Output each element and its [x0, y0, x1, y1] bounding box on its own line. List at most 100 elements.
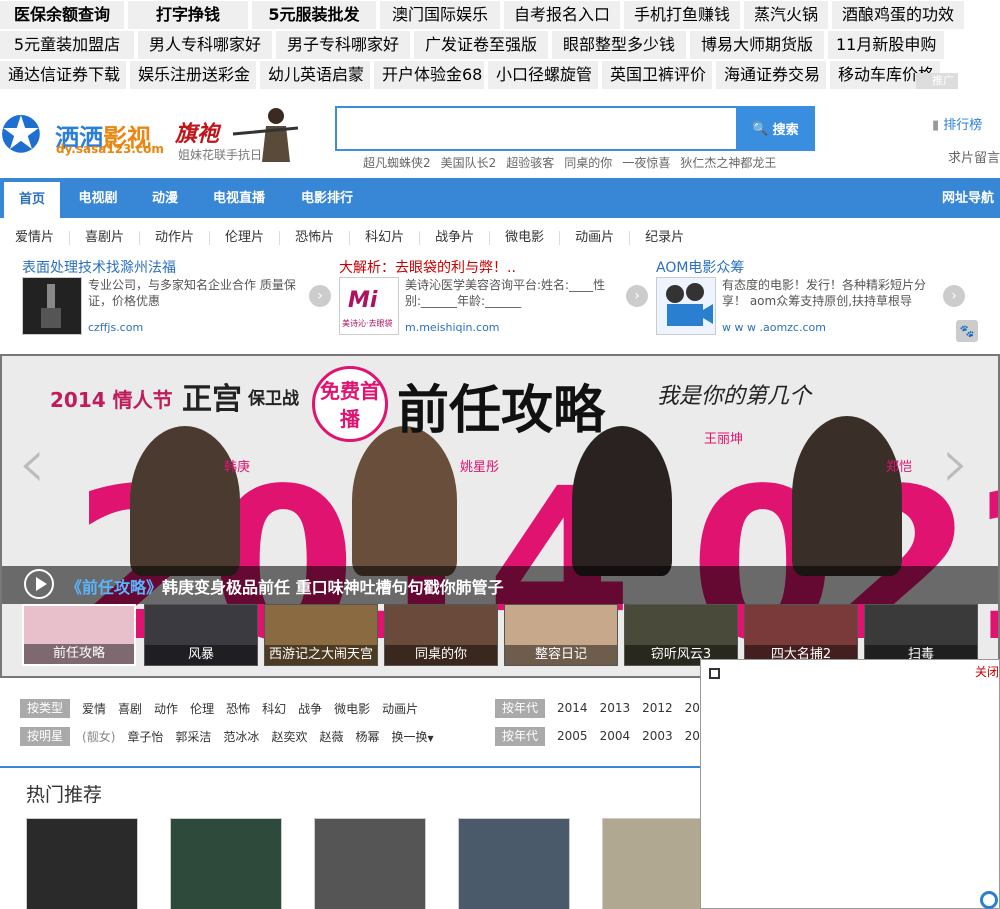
ad-link[interactable]: 英国卫裤评价: [602, 61, 712, 89]
nav-item-movie-ranking[interactable]: 电影排行: [288, 178, 366, 218]
filter-option[interactable]: 2003: [642, 729, 673, 743]
genre-link[interactable]: 伦理片: [210, 231, 281, 245]
ad-link[interactable]: 幼儿英语启蒙: [260, 61, 370, 89]
banner-thumb[interactable]: 整容日记: [504, 604, 618, 666]
ad-link[interactable]: 娱乐注册送彩金: [130, 61, 256, 89]
banner-thumb[interactable]: 风暴: [144, 604, 258, 666]
filter-option[interactable]: 2013: [600, 701, 631, 715]
genre-link[interactable]: 纪录片: [630, 231, 699, 245]
filter-option[interactable]: 2012: [642, 701, 673, 715]
text-ad-url[interactable]: m.meishiqin.com: [405, 321, 500, 334]
banner-thumb[interactable]: 四大名捕2: [744, 604, 858, 666]
hotword-link[interactable]: 超凡蜘蛛侠2: [363, 154, 431, 171]
ad-link[interactable]: 蒸汽火锅: [744, 1, 828, 29]
search-input[interactable]: [335, 106, 736, 151]
hotword-link[interactable]: 同桌的你: [564, 154, 612, 171]
text-ad-url[interactable]: czffjs.com: [88, 321, 143, 334]
site-logo[interactable]: ✪ 洒洒影视 dy.sasa123.com 旗袍 姐妹花联手抗日: [0, 104, 310, 166]
chevron-right-icon[interactable]: ›: [309, 285, 331, 307]
movie-poster[interactable]: [26, 818, 138, 909]
ad-link[interactable]: 澳门国际娱乐: [380, 1, 500, 29]
genre-link[interactable]: 微电影: [490, 231, 561, 245]
genre-link[interactable]: 喜剧片: [70, 231, 141, 245]
filter-option[interactable]: 赵薇: [319, 728, 343, 745]
filter-option[interactable]: 赵奕欢: [271, 728, 307, 745]
ad-link[interactable]: 自考报名入口: [504, 1, 620, 29]
filter-option[interactable]: 微电影: [334, 700, 370, 717]
ad-link[interactable]: 5元童装加盟店: [0, 31, 134, 59]
banner-thumb[interactable]: 前任攻略: [22, 604, 136, 666]
text-ad[interactable]: 表面处理技术找滁州法福 专业公司，与多家知名企业合作 质量保证，价格优惠 czf…: [22, 257, 332, 342]
ad-link[interactable]: 通达信证券下载: [0, 61, 126, 89]
filter-option[interactable]: 20: [685, 701, 700, 715]
filter-option[interactable]: 2005: [557, 729, 588, 743]
ad-link[interactable]: 博易大师期货版: [690, 31, 824, 59]
hotword-link[interactable]: 狄仁杰之神都龙王: [680, 154, 776, 171]
ad-link[interactable]: 眼部整型多少钱: [552, 31, 686, 59]
search-button[interactable]: 🔍 搜索: [736, 106, 815, 151]
promo-title[interactable]: 旗袍: [175, 116, 219, 148]
ad-link[interactable]: 手机打鱼赚钱: [624, 1, 740, 29]
banner-thumb[interactable]: 同桌的你: [384, 604, 498, 666]
filter-option[interactable]: 2004: [600, 729, 631, 743]
ad-link[interactable]: 打字挣钱: [128, 1, 248, 29]
text-ad-title[interactable]: AOM电影众筹: [656, 257, 744, 277]
banner-thumb[interactable]: 西游记之大闹天宫: [264, 604, 378, 666]
genre-link[interactable]: 动作片: [140, 231, 211, 245]
ad-link[interactable]: 海通证券交易: [716, 61, 826, 89]
text-ad-title[interactable]: 表面处理技术找滁州法福: [22, 257, 176, 277]
chevron-right-icon[interactable]: ›: [943, 285, 965, 307]
nav-item-live-tv[interactable]: 电视直播: [200, 178, 278, 218]
genre-link[interactable]: 科幻片: [350, 231, 421, 245]
filter-option[interactable]: 杨幂: [355, 728, 379, 745]
filter-option[interactable]: 郭采洁: [175, 728, 211, 745]
chevron-right-icon[interactable]: ›: [626, 285, 648, 307]
filter-option[interactable]: 恐怖: [226, 700, 250, 717]
movie-poster[interactable]: [602, 818, 714, 909]
chevron-left-icon[interactable]: ‹: [18, 428, 46, 498]
filter-option[interactable]: 伦理: [190, 700, 214, 717]
genre-link[interactable]: 恐怖片: [280, 231, 351, 245]
movie-poster[interactable]: [314, 818, 426, 909]
genre-link[interactable]: 爱情片: [0, 231, 71, 245]
text-ad-title[interactable]: 大解析：去眼袋的利与弊！..: [339, 257, 516, 277]
nav-site-directory[interactable]: 网址导航: [936, 178, 1000, 218]
banner-caption[interactable]: 《前任攻略》韩庚变身极品前任 重口味神吐槽句句戳你肺管子: [2, 566, 998, 604]
ad-link[interactable]: 小口径螺旋管: [488, 61, 598, 89]
ad-link[interactable]: 男人专科哪家好: [138, 31, 272, 59]
genre-link[interactable]: 动画片: [560, 231, 631, 245]
banner-thumb[interactable]: 扫毒: [864, 604, 978, 666]
hotword-link[interactable]: 一夜惊喜: [622, 154, 670, 171]
ad-link[interactable]: 酒酿鸡蛋的功效: [832, 1, 964, 29]
ad-link[interactable]: 医保余额查询: [0, 1, 124, 29]
filter-option[interactable]: 20: [685, 729, 700, 743]
request-movie-link[interactable]: 求片留言: [948, 147, 1000, 166]
close-button[interactable]: 关闭: [975, 663, 999, 680]
filter-option[interactable]: 动作: [154, 700, 178, 717]
genre-link[interactable]: 战争片: [420, 231, 491, 245]
refresh-button[interactable]: 换一换▼: [391, 728, 433, 745]
text-ad[interactable]: 大解析：去眼袋的利与弊！.. Mi 美诗沁·去眼袋 美诗沁医学美容咨询平台:姓名…: [339, 257, 649, 342]
filter-option[interactable]: 爱情: [82, 700, 106, 717]
ranking-link[interactable]: ▮ 排行榜: [932, 114, 982, 133]
text-ad[interactable]: AOM电影众筹 有态度的电影！发行！各种精彩短片分享！ aom众筹支持原创,扶持…: [656, 257, 966, 342]
floating-ad-popup[interactable]: 关闭: [700, 659, 1000, 909]
hotword-link[interactable]: 超验骇客: [506, 154, 554, 171]
chevron-right-icon[interactable]: ›: [942, 428, 970, 498]
nav-item-home[interactable]: 首页: [4, 182, 60, 218]
text-ad-url[interactable]: w w w .aomzc.com: [722, 321, 826, 334]
nav-item-tv-series[interactable]: 电视剧: [66, 178, 130, 218]
filter-option[interactable]: 章子怡: [127, 728, 163, 745]
ad-link[interactable]: 11月新股申购: [828, 31, 944, 59]
nav-item-anime[interactable]: 动漫: [140, 178, 190, 218]
filter-option[interactable]: 动画片: [382, 700, 418, 717]
movie-poster[interactable]: [458, 818, 570, 909]
hero-banner[interactable]: 2014 0214 2014 情人节 正宫 保卫战 免费首播 前任攻略 我是你的…: [0, 354, 1000, 678]
ad-link[interactable]: 5元服装批发: [252, 1, 376, 29]
filter-option[interactable]: 范冰冰: [223, 728, 259, 745]
filter-option[interactable]: 科幻: [262, 700, 286, 717]
banner-thumb[interactable]: 窃听风云3: [624, 604, 738, 666]
ad-link[interactable]: 男子专科哪家好: [276, 31, 410, 59]
filter-option[interactable]: 喜剧: [118, 700, 142, 717]
hotword-link[interactable]: 美国队长2: [441, 154, 497, 171]
